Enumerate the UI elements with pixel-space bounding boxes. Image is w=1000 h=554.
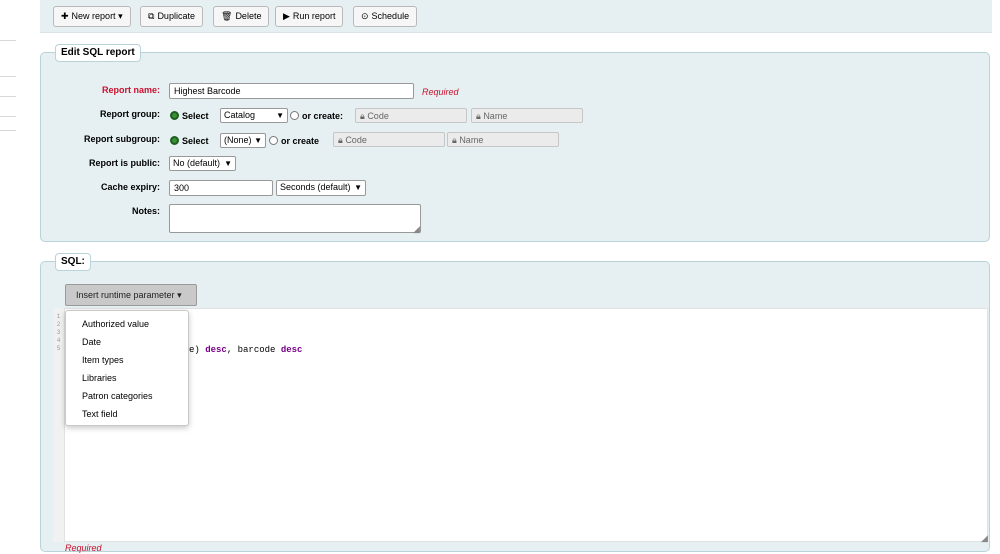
- subgroup-select-radio[interactable]: [170, 136, 179, 145]
- subgroup-code-input: 🔒︎ Code: [333, 132, 445, 147]
- chevron-down-icon: ▼: [354, 183, 362, 192]
- plus-icon: ✚: [61, 11, 69, 21]
- line-number: 5: [56, 345, 61, 352]
- new-report-label: New report: [71, 11, 116, 21]
- lock-icon: 🔒︎: [476, 111, 481, 121]
- report-group-label: Report group:: [100, 109, 160, 119]
- trash-icon: 🗑: [221, 11, 233, 21]
- delete-label: Delete: [235, 11, 262, 21]
- run-report-button[interactable]: ▶ Run report: [275, 6, 344, 27]
- resize-handle-icon[interactable]: ◢: [413, 224, 420, 235]
- report-subgroup-label: Report subgroup:: [84, 134, 160, 144]
- sidebar-divider: [0, 40, 16, 41]
- sql-editor[interactable]: [64, 308, 988, 542]
- copy-icon: ⧉: [148, 11, 155, 21]
- report-name-input[interactable]: Highest Barcode: [169, 83, 414, 99]
- group-select-text: Select: [182, 111, 209, 121]
- notes-label: Notes:: [131, 206, 160, 216]
- duplicate-button[interactable]: ⧉ Duplicate: [140, 6, 203, 27]
- report-name-required: Required: [422, 87, 459, 97]
- group-code-input: 🔒︎ Code: [355, 108, 467, 123]
- menu-item-libraries[interactable]: Libraries: [66, 369, 188, 387]
- report-name-label: Report name:: [101, 85, 160, 95]
- insert-runtime-parameter-label: Insert runtime parameter: [76, 290, 175, 300]
- delete-button[interactable]: 🗑 Delete: [213, 6, 270, 27]
- subgroup-name-placeholder: Name: [459, 135, 484, 145]
- edit-section-legend: Edit SQL report: [55, 44, 141, 62]
- notes-textarea[interactable]: [169, 204, 421, 233]
- report-subgroup-value: (None): [224, 135, 252, 145]
- line-number: 1: [56, 313, 61, 320]
- schedule-label: Schedule: [371, 11, 410, 21]
- group-name-input: 🔒︎ Name: [471, 108, 583, 123]
- sql-required: Required: [65, 543, 102, 553]
- group-name-placeholder: Name: [483, 111, 508, 121]
- sql-keyword: desc: [205, 345, 227, 355]
- sql-code-fragment: , barcode: [226, 345, 281, 355]
- subgroup-select-text: Select: [182, 136, 209, 146]
- sql-code-line-4[interactable]: e) desc, barcode desc: [189, 345, 302, 355]
- report-subgroup-select[interactable]: (None) ▼: [220, 133, 266, 148]
- resize-handle-icon[interactable]: ◢: [981, 533, 988, 544]
- sidebar-divider: [0, 96, 16, 97]
- play-icon: ▶: [283, 11, 290, 21]
- menu-item-text-field[interactable]: Text field: [66, 405, 188, 423]
- report-group-select[interactable]: Catalog ▼: [220, 108, 288, 123]
- line-number: 4: [56, 337, 61, 344]
- insert-runtime-parameter-button[interactable]: Insert runtime parameter ▾: [65, 284, 197, 306]
- line-number: 3: [56, 329, 61, 336]
- subgroup-create-radio[interactable]: [269, 136, 278, 145]
- line-number: 2: [56, 321, 61, 328]
- cache-unit-select[interactable]: Seconds (default) ▼: [276, 180, 366, 196]
- group-create-radio[interactable]: [290, 111, 299, 120]
- subgroup-or-create-text: or create: [281, 136, 320, 146]
- group-select-radio[interactable]: [170, 111, 179, 120]
- report-public-value: No (default): [173, 158, 221, 168]
- chevron-down-icon: ▼: [224, 159, 232, 168]
- sidebar-divider: [0, 116, 16, 117]
- lock-icon: 🔒︎: [452, 135, 457, 145]
- chevron-down-icon: ▼: [276, 111, 284, 120]
- report-public-select[interactable]: No (default) ▼: [169, 156, 236, 171]
- sql-section-legend: SQL:: [55, 253, 91, 271]
- menu-item-item-types[interactable]: Item types: [66, 351, 188, 369]
- duplicate-label: Duplicate: [157, 11, 195, 21]
- menu-item-authorized-value[interactable]: Authorized value: [66, 315, 188, 333]
- group-code-placeholder: Code: [367, 111, 389, 121]
- cache-unit-value: Seconds (default): [280, 182, 351, 192]
- sql-keyword: desc: [280, 345, 303, 355]
- subgroup-code-placeholder: Code: [345, 135, 367, 145]
- caret-down-icon: ▾: [177, 290, 182, 300]
- cache-expiry-label: Cache expiry:: [100, 182, 160, 192]
- new-report-button[interactable]: ✚ New report ▾: [53, 6, 131, 27]
- caret-down-icon: ▾: [118, 11, 123, 21]
- group-or-create-text: or create:: [302, 111, 344, 121]
- lock-icon: 🔒︎: [360, 111, 365, 121]
- sql-line-gutter: 1 2 3 4 5: [53, 308, 64, 542]
- chevron-down-icon: ▼: [254, 136, 262, 145]
- sql-code-fragment: e): [189, 345, 206, 355]
- sidebar-divider: [0, 130, 16, 131]
- lock-icon: 🔒︎: [338, 135, 343, 145]
- report-group-value: Catalog: [224, 110, 256, 120]
- menu-item-date[interactable]: Date: [66, 333, 188, 351]
- sidebar-divider: [0, 76, 16, 77]
- run-report-label: Run report: [292, 11, 336, 21]
- subgroup-name-input: 🔒︎ Name: [447, 132, 559, 147]
- cache-expiry-input[interactable]: 300: [169, 180, 273, 196]
- schedule-button[interactable]: ⊙ Schedule: [353, 6, 418, 27]
- clock-icon: ⊙: [361, 11, 369, 21]
- runtime-parameter-menu: Authorized value Date Item types Librari…: [65, 310, 189, 426]
- menu-item-patron-categories[interactable]: Patron categories: [66, 387, 188, 405]
- report-toolbar: ✚ New report ▾ ⧉ Duplicate 🗑 Delete ▶ Run re…: [40, 0, 992, 33]
- report-public-label: Report is public:: [88, 158, 160, 168]
